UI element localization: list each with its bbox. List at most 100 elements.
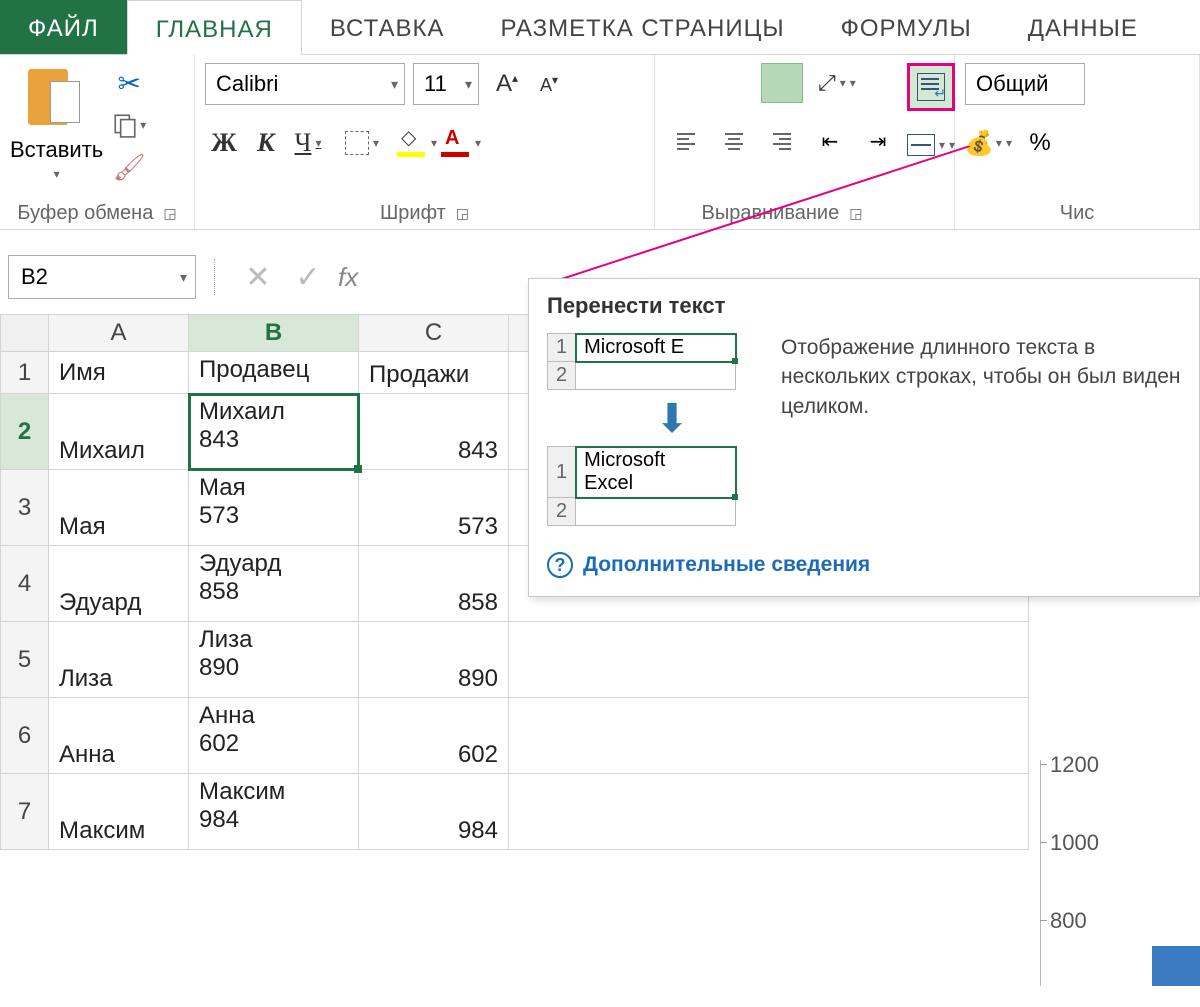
cell[interactable]: 984 (359, 774, 509, 850)
font-color-icon (441, 129, 471, 157)
align-right-icon (773, 133, 791, 150)
font-size-combo[interactable]: 11 (413, 63, 479, 105)
chart-axis-fragment: 1200 1000 800 (1020, 752, 1200, 986)
group-alignment: ⤢▾ ⇤ ⇥ Выравнивание ◲ ▾ (655, 55, 955, 229)
font-color-button[interactable] (441, 123, 481, 163)
increase-indent-button[interactable]: ⇥ (857, 121, 899, 161)
format-painter-button[interactable]: 🖌 (109, 151, 149, 183)
align-center-button[interactable] (713, 121, 755, 161)
row-header[interactable]: 6 (1, 698, 49, 774)
merge-cells-button[interactable]: ▾ (907, 125, 955, 165)
row-header[interactable]: 5 (1, 622, 49, 698)
ribbon: Вставить ▾ ✂ ▾ 🖌 Буфер обмена ◲ Calibri 1… (0, 55, 1200, 230)
selected-cell[interactable]: Михаил 843 (189, 394, 359, 470)
row-header[interactable]: 1 (1, 352, 49, 394)
group-number: Общий 💰▾ % Чис (955, 55, 1200, 229)
fx-label[interactable]: fx (338, 262, 358, 293)
name-box[interactable]: B2 (8, 255, 196, 299)
borders-button[interactable] (343, 123, 381, 163)
cell[interactable]: Лиза 890 (189, 622, 359, 698)
orientation-button[interactable]: ⤢▾ (809, 63, 865, 103)
cell[interactable] (509, 698, 1029, 774)
cell[interactable]: 602 (359, 698, 509, 774)
row-header[interactable]: 7 (1, 774, 49, 850)
cell[interactable]: 858 (359, 546, 509, 622)
align-left-button[interactable] (665, 121, 707, 161)
copy-button[interactable]: ▾ (109, 109, 149, 141)
select-all-corner[interactable] (1, 315, 49, 352)
cell[interactable]: Имя (49, 352, 189, 394)
align-bottom-button[interactable] (761, 63, 803, 103)
tab-insert[interactable]: ВСТАВКА (302, 0, 473, 54)
percent-button[interactable]: % (1017, 123, 1063, 163)
cut-button[interactable]: ✂ (109, 67, 149, 99)
number-format-combo[interactable]: Общий (965, 63, 1085, 105)
cell[interactable]: Максим (49, 774, 189, 850)
fill-color-button[interactable] (397, 123, 437, 163)
column-header-a[interactable]: A (49, 315, 189, 352)
cell[interactable]: Продажи (359, 352, 509, 394)
column-header-c[interactable]: C (359, 315, 509, 352)
cell[interactable]: Максим 984 (189, 774, 359, 850)
scissors-icon: ✂ (118, 67, 141, 100)
tab-page-layout[interactable]: РАЗМЕТКА СТРАНИЦЫ (472, 0, 812, 54)
ribbon-tabs: ФАЙЛ ГЛАВНАЯ ВСТАВКА РАЗМЕТКА СТРАНИЦЫ Ф… (0, 0, 1200, 55)
group-label-alignment: Выравнивание (702, 202, 840, 225)
wrap-text-button[interactable] (907, 63, 955, 111)
group-label-clipboard: Буфер обмена (17, 202, 153, 225)
row-header[interactable]: 2 (1, 394, 49, 470)
cancel-formula-button[interactable]: ✕ (238, 257, 278, 297)
increase-font-button[interactable]: А▴ (487, 64, 527, 104)
tooltip-title: Перенести текст (547, 293, 1181, 319)
cell[interactable]: Продавец (189, 352, 359, 394)
cell[interactable] (509, 622, 1029, 698)
underline-button[interactable]: Ч (289, 123, 327, 163)
clipboard-icon (28, 63, 86, 133)
currency-button[interactable]: 💰▾ (965, 123, 1011, 163)
cell[interactable]: 843 (359, 394, 509, 470)
cell[interactable]: Лиза (49, 622, 189, 698)
align-middle-button[interactable] (713, 63, 755, 103)
cell[interactable]: Мая (49, 470, 189, 546)
decrease-indent-icon: ⇤ (822, 129, 839, 154)
paste-button[interactable]: Вставить ▾ (10, 63, 103, 183)
font-name-combo[interactable]: Calibri (205, 63, 405, 105)
currency-icon: 💰 (964, 129, 994, 158)
copy-icon (112, 112, 138, 138)
x-icon: ✕ (245, 260, 270, 295)
group-font: Calibri 11 А▴ А▾ Ж К Ч Шрифт◲ (195, 55, 655, 229)
decrease-indent-button[interactable]: ⇤ (809, 121, 851, 161)
increase-font-icon: А▴ (496, 70, 518, 98)
align-right-button[interactable] (761, 121, 803, 161)
tooltip-more-link[interactable]: ? Дополнительные сведения (547, 552, 1181, 578)
dialog-launcher-icon[interactable]: ◲ (456, 205, 469, 222)
tab-data[interactable]: ДАННЫЕ (1000, 0, 1166, 54)
row-header[interactable]: 4 (1, 546, 49, 622)
cell[interactable]: 573 (359, 470, 509, 546)
cell[interactable]: Эдуард 858 (189, 546, 359, 622)
bold-button[interactable]: Ж (205, 123, 243, 163)
cell[interactable]: Михаил (49, 394, 189, 470)
enter-formula-button[interactable]: ✓ (288, 257, 328, 297)
tab-home[interactable]: ГЛАВНАЯ (127, 0, 302, 55)
column-header-b[interactable]: B (189, 315, 359, 352)
tooltip-description: Отображение длинного текста в нескольких… (781, 333, 1181, 532)
cell[interactable] (509, 774, 1029, 850)
italic-button[interactable]: К (247, 123, 285, 163)
dialog-launcher-icon[interactable]: ◲ (163, 205, 176, 222)
cell[interactable]: Мая 573 (189, 470, 359, 546)
cell[interactable]: Анна (49, 698, 189, 774)
brush-icon: 🖌 (113, 152, 146, 183)
dialog-launcher-icon[interactable]: ◲ (849, 205, 862, 222)
axis-tick: 1200 (1020, 752, 1200, 830)
tab-formulas[interactable]: ФОРМУЛЫ (813, 0, 1000, 54)
cell[interactable]: Анна 602 (189, 698, 359, 774)
cell[interactable]: 890 (359, 622, 509, 698)
fill-icon (397, 129, 427, 157)
row-header[interactable]: 3 (1, 470, 49, 546)
cell[interactable]: Эдуард (49, 546, 189, 622)
align-top-button[interactable] (665, 63, 707, 103)
decrease-font-button[interactable]: А▾ (529, 64, 569, 104)
group-label-number: Чис (1060, 202, 1095, 225)
tab-file[interactable]: ФАЙЛ (0, 0, 127, 54)
